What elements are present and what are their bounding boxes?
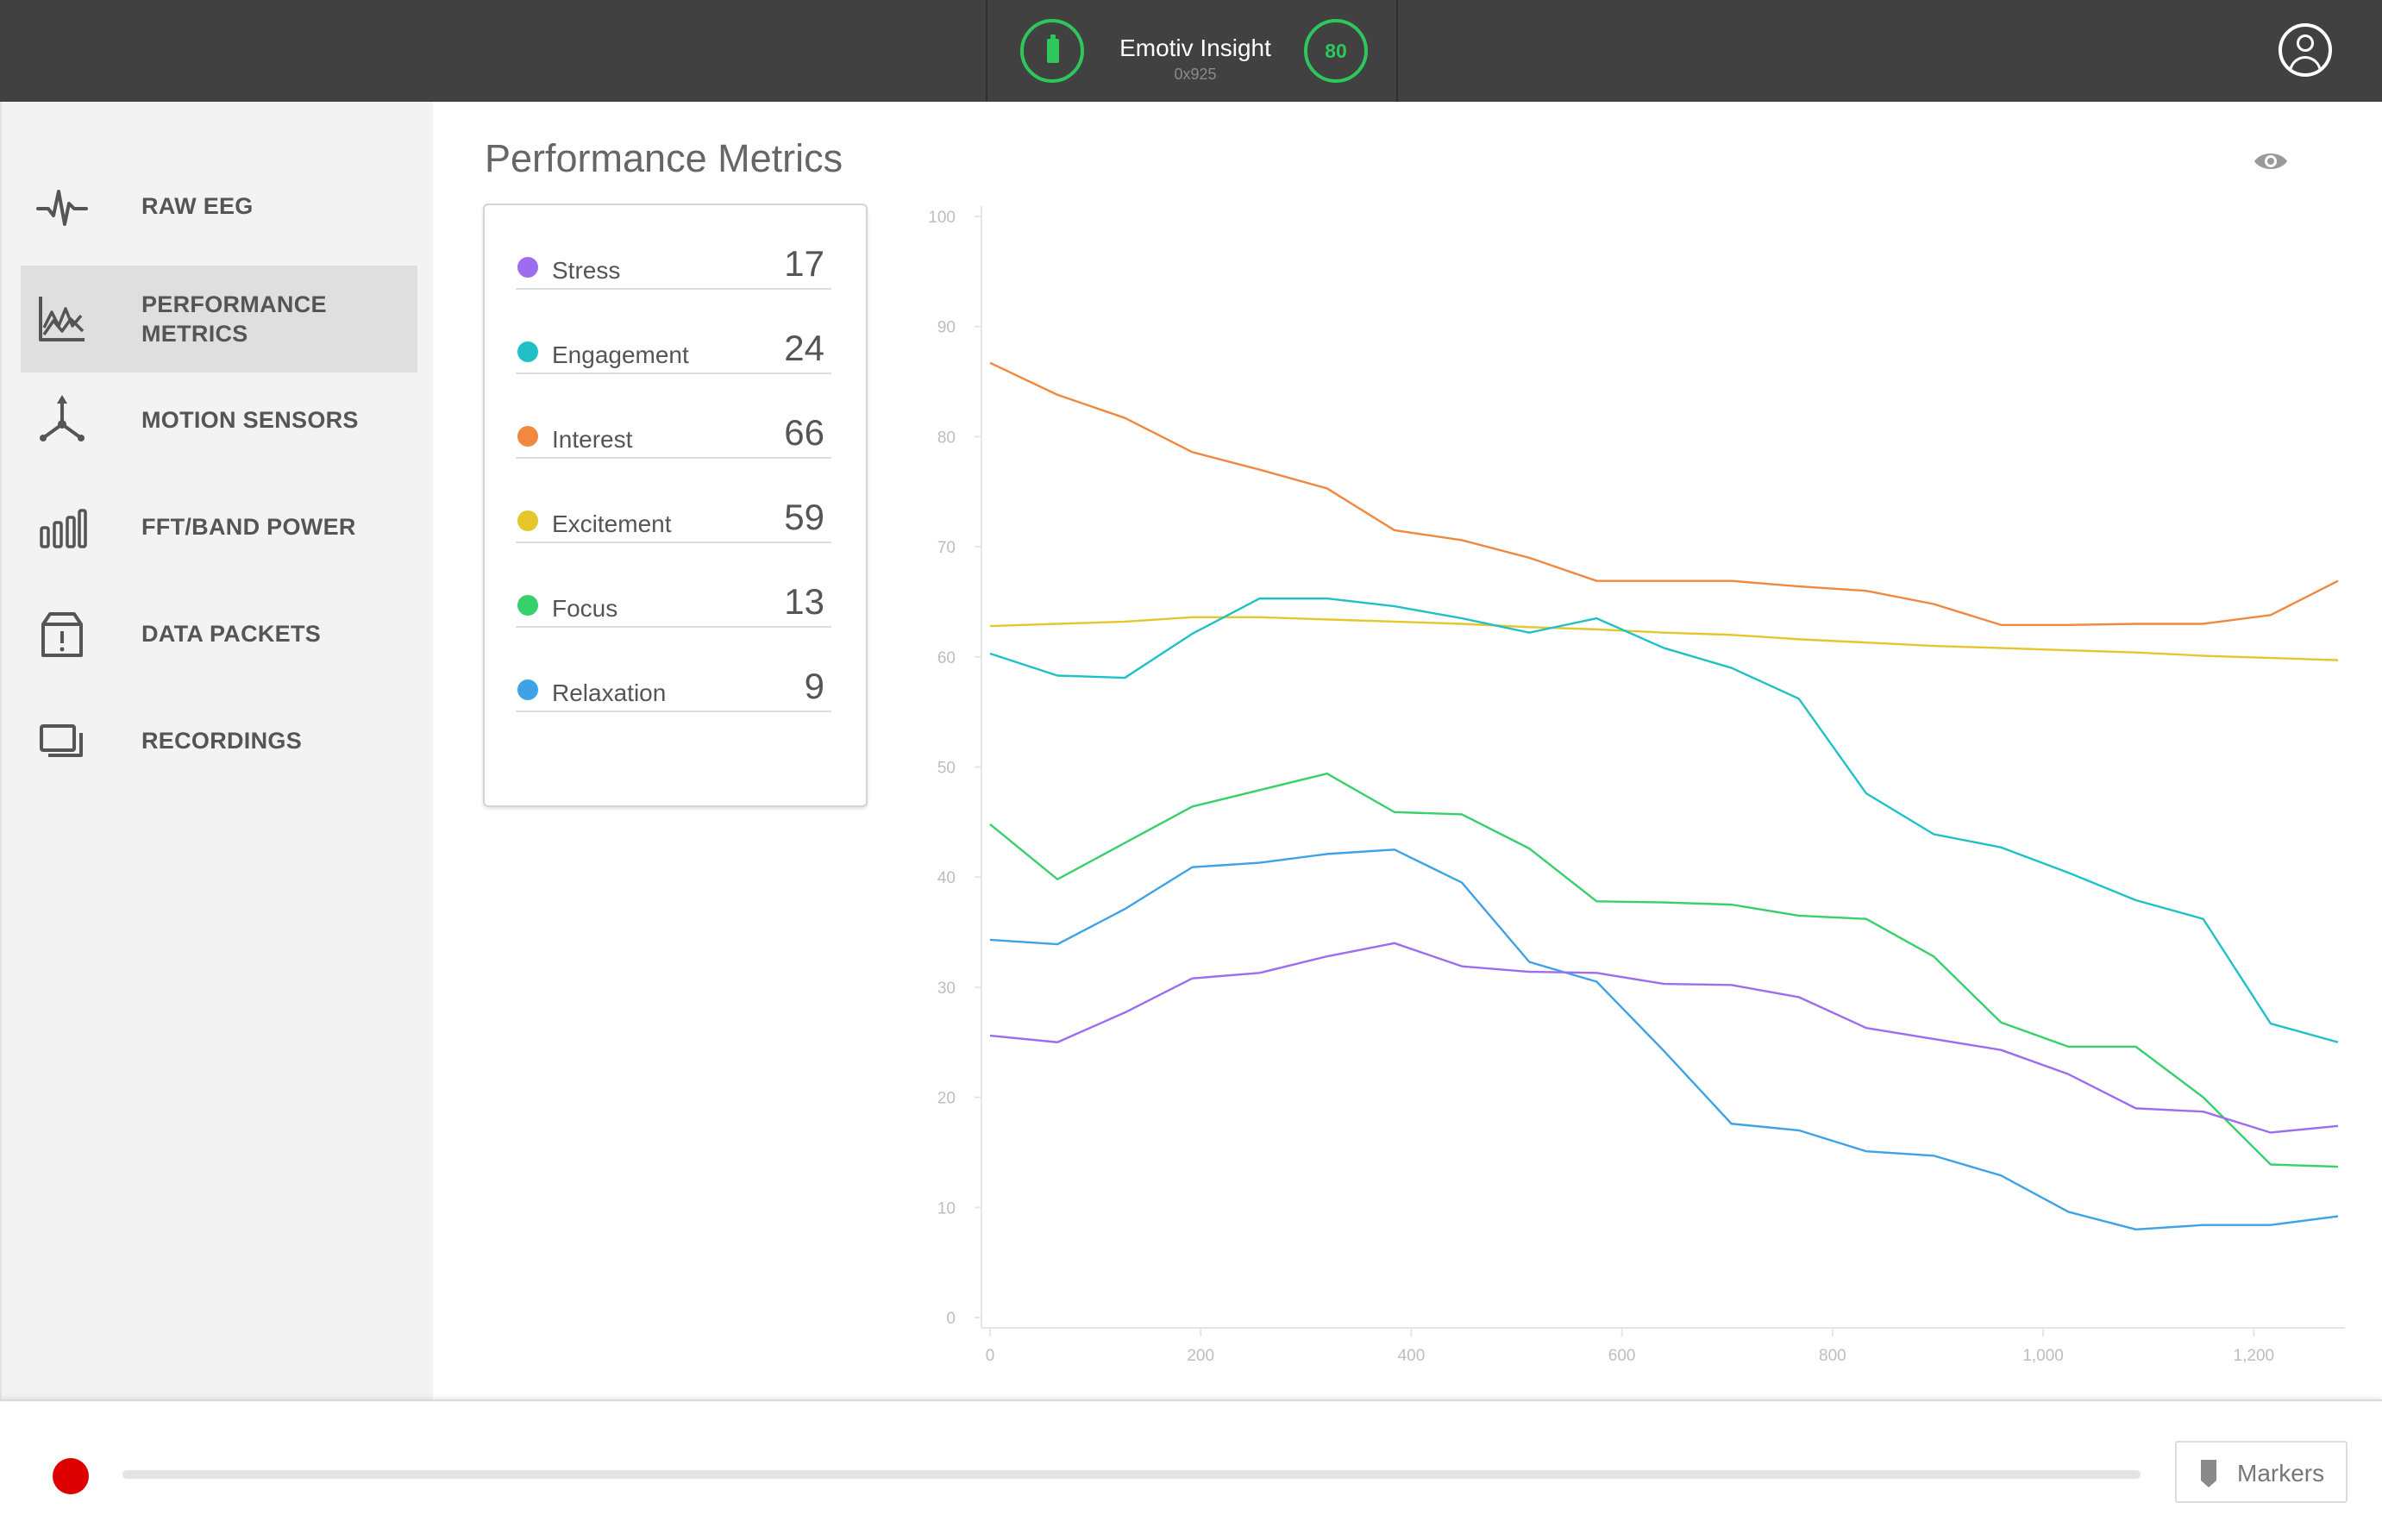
marker-pin-icon <box>2201 1460 2216 1487</box>
y-tick-label: 10 <box>937 1199 956 1218</box>
series-line-relaxation <box>989 848 2339 1231</box>
y-tick-label: 30 <box>937 980 956 998</box>
x-tick-label: 0 <box>986 1347 995 1365</box>
x-tick-label: 1,200 <box>2234 1347 2275 1365</box>
chart-axes: 0 10 20 30 40 50 60 70 80 90 100 0 200 400 600 800 1,000… <box>928 206 2345 1365</box>
series-line-interest <box>989 361 2339 626</box>
y-tick-label: 70 <box>937 539 956 557</box>
series-line-engagement <box>989 597 2339 1043</box>
x-tick-label: 400 <box>1398 1347 1426 1365</box>
y-tick-label: 40 <box>937 869 956 887</box>
performance-chart: 0 10 20 30 40 50 60 70 80 90 100 0 200 400 600 800 1,000… <box>928 206 2345 1365</box>
x-tick-label: 600 <box>1608 1347 1636 1365</box>
bottom-bar: Markers <box>0 1399 2382 1540</box>
y-tick-label: 0 <box>946 1310 956 1328</box>
x-tick-label: 200 <box>1187 1347 1214 1365</box>
series-line-stress <box>989 942 2339 1134</box>
y-tick-label: 100 <box>928 209 956 227</box>
record-button[interactable] <box>53 1458 89 1494</box>
timeline-track[interactable] <box>122 1470 2141 1479</box>
markers-button[interactable]: Markers <box>2175 1441 2348 1503</box>
y-tick-label: 50 <box>937 760 956 778</box>
x-tick-label: 1,000 <box>2022 1347 2064 1365</box>
markers-label: Markers <box>2237 1460 2325 1487</box>
chart-series <box>989 361 2339 1231</box>
x-tick-label: 800 <box>1819 1347 1846 1365</box>
y-tick-label: 90 <box>937 319 956 337</box>
y-tick-label: 80 <box>937 429 956 447</box>
y-tick-label: 60 <box>937 649 956 667</box>
y-tick-label: 20 <box>937 1090 956 1108</box>
